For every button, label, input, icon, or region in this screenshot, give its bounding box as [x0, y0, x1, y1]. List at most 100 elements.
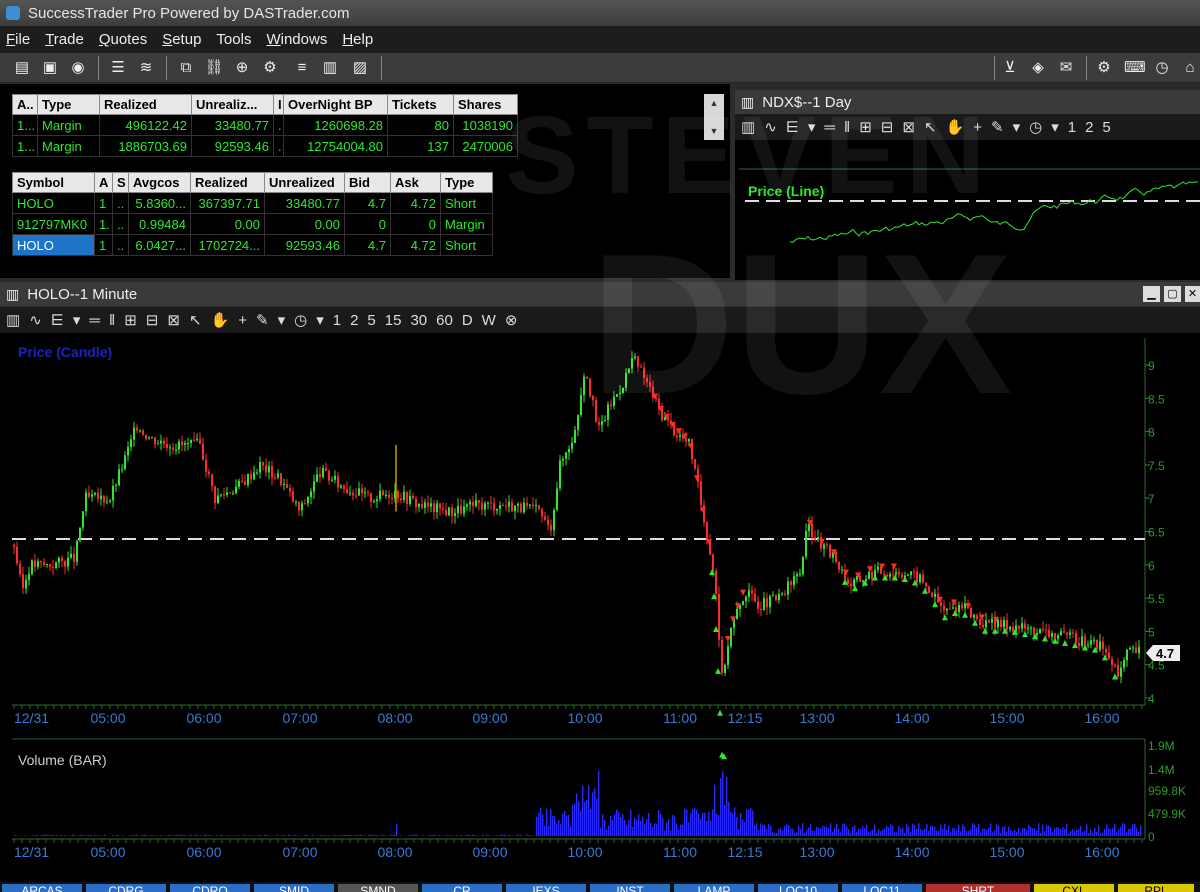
settings-icon[interactable]: ⚙	[1094, 58, 1114, 78]
position-header-7[interactable]: Ask	[390, 172, 441, 193]
scroll-down-icon[interactable]: ▼	[704, 122, 724, 140]
keyboard-icon[interactable]: ⌨	[1124, 58, 1146, 78]
horizontal-line-icon[interactable]: ═	[89, 312, 100, 329]
menu-setup[interactable]: Setup	[162, 31, 201, 48]
indicator-icon[interactable]: ∿	[764, 118, 777, 136]
timer-icon[interactable]: ◷	[1029, 118, 1042, 136]
account-header-0[interactable]: A..	[12, 94, 38, 115]
scan-icon[interactable]: ⊕	[232, 58, 252, 78]
route-button-loc10[interactable]: LOC10	[758, 884, 838, 892]
position-header-2[interactable]: S	[112, 172, 129, 193]
account-header-5[interactable]: OverNight BP	[283, 94, 388, 115]
chart-window-icon[interactable]: ▨	[350, 58, 370, 78]
route-button-rpl[interactable]: RPL	[1118, 884, 1194, 892]
link-icon[interactable]: ⛓	[204, 58, 224, 78]
dropdown-icon[interactable]: ▾	[316, 311, 324, 329]
order-icon[interactable]: ⧉	[176, 58, 196, 78]
route-button-smid[interactable]: SMID	[254, 884, 334, 892]
menu-help[interactable]: Help	[342, 31, 373, 48]
hand-icon[interactable]: ✋	[946, 118, 965, 136]
chart-type-icon[interactable]: ▥	[741, 118, 755, 136]
hand-icon[interactable]: ✋	[211, 311, 230, 329]
route-button-cdrg[interactable]: CDRG	[86, 884, 166, 892]
coins-icon[interactable]: ◉	[68, 58, 88, 78]
dropdown-icon[interactable]: ▾	[1013, 118, 1021, 136]
interval-1[interactable]: 1	[333, 312, 341, 329]
interval-1[interactable]: 1	[1068, 119, 1076, 136]
route-button-inst[interactable]: INST	[590, 884, 670, 892]
table-row[interactable]: 1... Margin 1886703.69 92593.46. 12754004.80…	[12, 135, 518, 157]
menu-quotes[interactable]: Quotes	[99, 31, 147, 48]
route-button-smnd[interactable]: SMND	[338, 884, 418, 892]
pencil-icon[interactable]: ✎	[256, 311, 269, 329]
table-row[interactable]: HOLO 1.. 5.8360... 367397.71 33480.77 4.7 4.72…	[12, 192, 493, 214]
menu-windows[interactable]: Windows	[266, 31, 327, 48]
crosshair-icon[interactable]: +	[973, 119, 982, 136]
route-button-arcas[interactable]: ARCAS	[2, 884, 82, 892]
study-icon[interactable]: ⋿	[786, 118, 799, 136]
zoom-fit-icon[interactable]: ⊟	[146, 311, 159, 329]
pencil-icon[interactable]: ✎	[991, 118, 1004, 136]
account-header-6[interactable]: Tickets	[387, 94, 454, 115]
crosshair-icon[interactable]: +	[238, 312, 247, 329]
position-header-3[interactable]: Avgcos	[128, 172, 191, 193]
interval-15[interactable]: 15	[385, 312, 402, 329]
vertical-line-icon[interactable]: ‖	[844, 119, 850, 136]
study-icon[interactable]: ⋿	[51, 311, 64, 329]
zoom-in-icon[interactable]: ⊞	[124, 311, 137, 329]
timer-icon[interactable]: ◷	[294, 311, 307, 329]
interval-5[interactable]: 5	[1102, 119, 1110, 136]
scroll-up-icon[interactable]: ▲	[704, 94, 724, 112]
route-button-shrt[interactable]: SHRT	[926, 884, 1030, 892]
mail-icon[interactable]: ✉	[1056, 58, 1076, 78]
position-header-5[interactable]: Unrealized	[264, 172, 345, 193]
minimize-button[interactable]: ▁	[1143, 286, 1160, 302]
position-header-4[interactable]: Realized	[190, 172, 265, 193]
cursor-icon[interactable]: ↖	[924, 118, 937, 136]
dropdown-icon[interactable]: ▾	[278, 311, 286, 329]
bar-chart-icon[interactable]: ▥	[320, 58, 340, 78]
interval-week[interactable]: W	[482, 312, 496, 329]
account-icon[interactable]: ▤	[12, 58, 32, 78]
zoom-fit-icon[interactable]: ⊟	[881, 118, 894, 136]
horizontal-line-icon[interactable]: ═	[824, 119, 835, 136]
basket-icon[interactable]: ⊻	[1000, 58, 1020, 78]
clock-icon[interactable]: ◷	[1152, 58, 1172, 78]
position-header-0[interactable]: Symbol	[12, 172, 95, 193]
account-header-1[interactable]: Type	[37, 94, 100, 115]
menu-file[interactable]: File	[6, 31, 30, 48]
tag-icon[interactable]: ◈	[1028, 58, 1048, 78]
close-button[interactable]: ✕	[1185, 286, 1200, 302]
account-header-4[interactable]: I	[273, 94, 284, 115]
dropdown-icon[interactable]: ▾	[1051, 118, 1059, 136]
dropdown-icon[interactable]: ▾	[73, 311, 81, 329]
sliders-icon[interactable]: ≡	[292, 58, 312, 78]
table-row[interactable]: HOLO 1.. 6.0427... 1702724... 92593.46 4.7 4.7…	[12, 234, 493, 256]
route-button-cdro[interactable]: CDRO	[170, 884, 250, 892]
vertical-line-icon[interactable]: ‖	[109, 312, 115, 329]
interval-30[interactable]: 30	[410, 312, 427, 329]
menu-tools[interactable]: Tools	[216, 31, 251, 48]
list-icon[interactable]: ☰	[108, 58, 128, 78]
home-icon[interactable]: ⌂	[1180, 58, 1200, 78]
account-header-3[interactable]: Unrealiz...	[191, 94, 274, 115]
zoom-out-icon[interactable]: ⊠	[167, 311, 180, 329]
chart-type-icon[interactable]: ▥	[6, 311, 20, 329]
interval-2[interactable]: 2	[350, 312, 358, 329]
account-scrollbar[interactable]: ▲ ▼	[704, 94, 724, 140]
route-button-cr[interactable]: CR	[422, 884, 502, 892]
interval-5[interactable]: 5	[367, 312, 375, 329]
zoom-out-icon[interactable]: ⊠	[902, 118, 915, 136]
cancel-icon[interactable]: ⊗	[505, 311, 518, 329]
gear-cluster-icon[interactable]: ⚙	[260, 58, 280, 78]
interval-60[interactable]: 60	[436, 312, 453, 329]
position-header-6[interactable]: Bid	[344, 172, 391, 193]
route-button-cxl[interactable]: CXL	[1034, 884, 1114, 892]
position-header-1[interactable]: A	[94, 172, 113, 193]
zoom-in-icon[interactable]: ⊞	[859, 118, 872, 136]
maximize-button[interactable]: ▢	[1164, 286, 1181, 302]
account-header-7[interactable]: Shares	[453, 94, 518, 115]
indicator-icon[interactable]: ∿	[29, 311, 42, 329]
position-header-8[interactable]: Type	[440, 172, 493, 193]
table-row[interactable]: 1... Margin 496122.42 33480.77. 1260698.28 80…	[12, 114, 518, 136]
